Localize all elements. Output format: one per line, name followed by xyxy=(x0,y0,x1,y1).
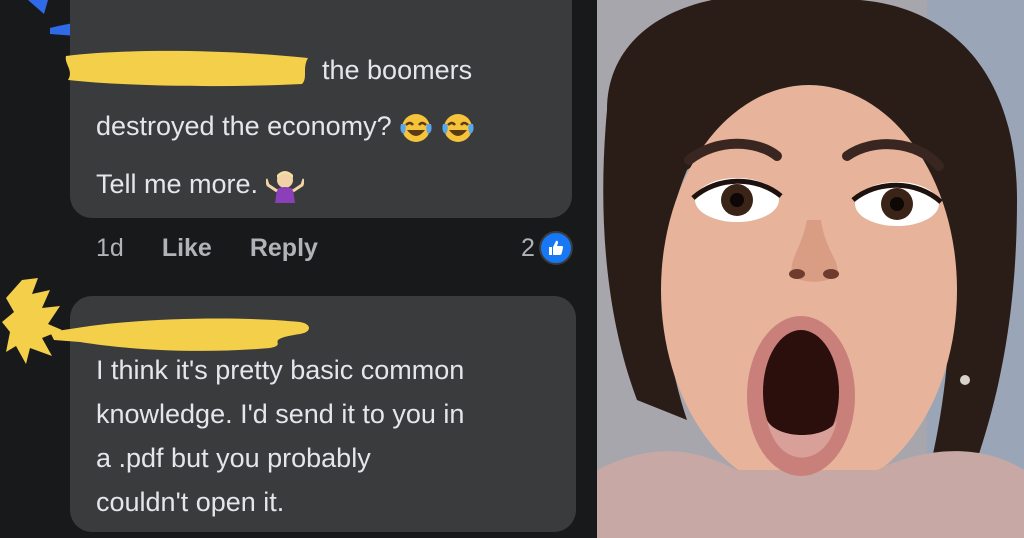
redaction-scribble-yellow xyxy=(50,318,309,351)
comment-thread-screenshot: the boomers destroyed the economy? Tell … xyxy=(0,0,597,538)
like-button[interactable]: Like xyxy=(162,234,212,263)
comment-text-line: a .pdf but you probably xyxy=(96,443,371,473)
comment-text-line: destroyed the economy? xyxy=(96,110,475,144)
redaction-scribble-yellow xyxy=(65,50,308,87)
comment-text-line: the boomers xyxy=(322,55,473,85)
comment-text-line: knowledge. I'd send it to you in xyxy=(96,399,465,429)
comment-bubble: I think it's pretty basic common knowled… xyxy=(50,296,576,532)
reaction-summary[interactable]: 2 xyxy=(521,231,573,265)
tears-of-joy-emoji-icon xyxy=(442,113,474,142)
comment-actions-row: 1d Like Reply xyxy=(96,232,356,264)
reaction-count: 2 xyxy=(521,233,535,262)
tears-of-joy-emoji-icon xyxy=(400,113,432,142)
shocked-face-illustration xyxy=(597,0,1024,538)
comment-text-line: couldn't open it. xyxy=(96,487,285,517)
reaction-photo xyxy=(597,0,1024,538)
thumbs-up-icon xyxy=(538,231,573,265)
reply-button[interactable]: Reply xyxy=(250,234,318,263)
comment-timestamp: 1d xyxy=(96,233,124,262)
person-shrugging-emoji-icon xyxy=(265,170,304,203)
comment-text-line: I think it's pretty basic common xyxy=(96,355,465,385)
comment-text-line: Tell me more. xyxy=(96,168,304,203)
comment-bubble: the boomers destroyed the economy? Tell … xyxy=(65,0,572,218)
